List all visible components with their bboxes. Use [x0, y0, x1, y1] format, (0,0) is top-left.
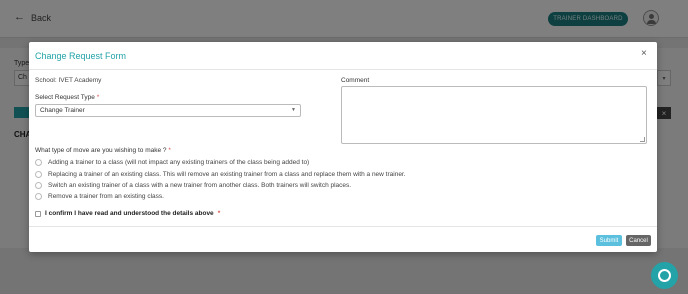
- school-name: School: IVET Academy: [35, 77, 102, 84]
- option-label: Switch an existing trainer of a class wi…: [48, 182, 352, 189]
- option-label: Remove a trainer from an existing class.: [48, 193, 164, 200]
- option-label: Adding a trainer to a class (will not im…: [48, 159, 310, 166]
- required-marker: *: [96, 94, 100, 101]
- radio-button[interactable]: [35, 171, 42, 178]
- move-type-question: What type of move are you wishing to mak…: [35, 147, 171, 154]
- confirm-checkbox-row[interactable]: I confirm I have read and understood the…: [35, 210, 220, 217]
- confirm-checkbox[interactable]: [35, 210, 41, 217]
- modal-title: Change Request Form: [35, 51, 127, 61]
- request-type-label-text: Select Request Type: [35, 94, 95, 101]
- move-option-switch[interactable]: Switch an existing trainer of a class wi…: [35, 181, 351, 190]
- comment-textarea[interactable]: [341, 86, 647, 144]
- move-type-question-text: What type of move are you wishing to mak…: [35, 147, 167, 154]
- cancel-button[interactable]: Cancel: [626, 235, 651, 246]
- resize-handle-icon[interactable]: [640, 137, 645, 142]
- required-marker: *: [217, 210, 221, 217]
- confirm-label: I confirm I have read and understood the…: [45, 210, 214, 217]
- required-marker: *: [168, 147, 171, 154]
- close-icon[interactable]: ×: [641, 49, 647, 59]
- footer-divider: [29, 226, 657, 227]
- option-label: Replacing a trainer of an existing class…: [48, 171, 406, 178]
- radio-button[interactable]: [35, 182, 42, 189]
- request-type-select[interactable]: Change Trainer ▼: [35, 104, 301, 117]
- move-option-replace[interactable]: Replacing a trainer of an existing class…: [35, 170, 406, 179]
- move-option-add[interactable]: Adding a trainer to a class (will not im…: [35, 158, 309, 167]
- submit-button[interactable]: Submit: [596, 235, 622, 246]
- comment-label: Comment: [341, 77, 370, 84]
- move-option-remove[interactable]: Remove a trainer from an existing class.: [35, 192, 164, 201]
- caret-down-icon: ▼: [291, 107, 296, 113]
- radio-button[interactable]: [35, 193, 42, 200]
- radio-button[interactable]: [35, 159, 42, 166]
- request-type-value: Change Trainer: [40, 107, 85, 114]
- request-type-label: Select Request Type *: [35, 94, 99, 101]
- chat-icon: [658, 269, 671, 282]
- modal-header: Change Request Form ×: [29, 42, 657, 70]
- support-chat-button[interactable]: [651, 262, 678, 289]
- change-request-modal: Change Request Form × School: IVET Acade…: [29, 42, 657, 252]
